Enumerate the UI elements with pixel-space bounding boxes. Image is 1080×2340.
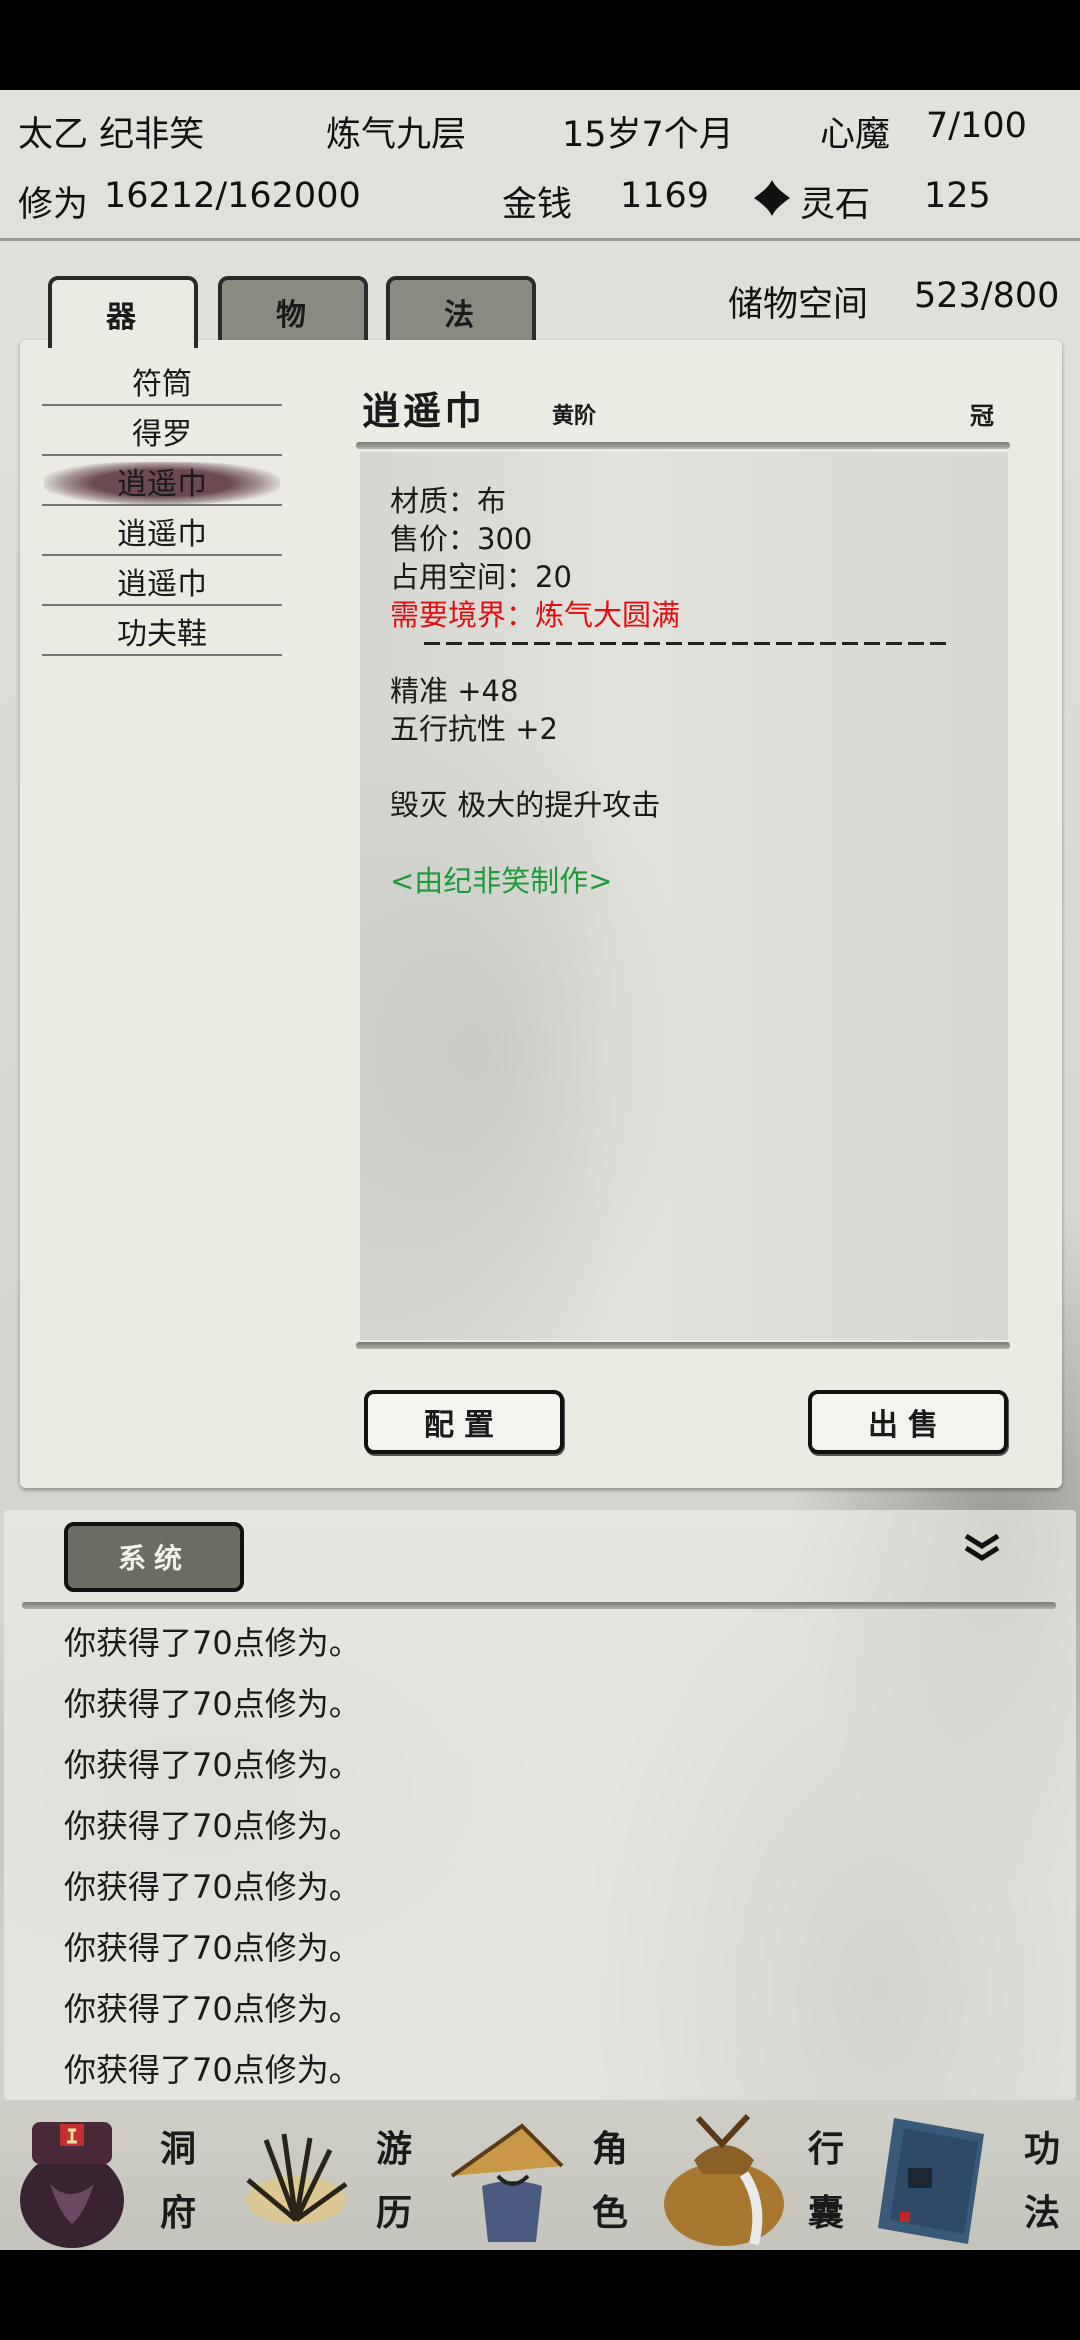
log-line: 你获得了70点修为。	[64, 1746, 361, 1784]
nav-cave[interactable]: 洞府	[0, 2100, 216, 2250]
spirit-stone-value: 125	[924, 176, 991, 216]
system-log-tab[interactable]: 系统	[64, 1522, 244, 1592]
detail-dashed-divider	[424, 642, 946, 645]
log-line: 你获得了70点修为。	[64, 1990, 361, 2028]
item-stat-accuracy: 精准 +48	[390, 674, 519, 708]
nav-cave-label: 洞府	[159, 2128, 196, 2234]
character-age: 15岁7个月	[562, 115, 734, 155]
gesture-bar-area	[0, 2250, 1080, 2340]
nav-techniques-label: 功法	[1023, 2128, 1060, 2234]
log-line: 你获得了70点修为。	[64, 1868, 361, 1906]
log-line: 你获得了70点修为。	[64, 1929, 361, 1967]
cultivation-label: 修为	[18, 185, 89, 225]
item-effect: 毁灭 极大的提升攻击	[390, 788, 661, 822]
tab-techniques[interactable]: 法	[386, 276, 536, 344]
detail-top-rule	[356, 442, 1010, 449]
log-divider	[22, 1602, 1056, 1609]
item-maker: <由纪非笑制作>	[390, 864, 613, 898]
log-line: 你获得了70点修为。	[64, 1807, 361, 1845]
scroll-book-icon	[878, 2118, 984, 2244]
inventory-item[interactable]: 逍遥巾	[42, 508, 282, 556]
item-material: 材质：布	[390, 484, 507, 518]
item-grade: 黄阶	[552, 403, 597, 429]
inventory-item[interactable]: 功夫鞋	[42, 608, 282, 656]
inventory-item[interactable]: 逍遥巾	[42, 558, 282, 606]
item-price: 售价：300	[390, 522, 533, 556]
tab-items[interactable]: 物	[218, 276, 368, 344]
inventory-item[interactable]: 得罗	[42, 408, 282, 456]
nav-character-label: 角色	[591, 2128, 628, 2234]
sell-button[interactable]: 出售	[808, 1390, 1008, 1454]
nav-bag-label: 行囊	[807, 2128, 844, 2234]
tab-equipment[interactable]: 器	[48, 276, 198, 348]
nav-bag[interactable]: 行囊	[648, 2100, 864, 2250]
detail-bottom-rule	[356, 1342, 1010, 1349]
equip-button[interactable]: 配置	[364, 1390, 564, 1454]
bag-icon	[664, 2113, 784, 2246]
nav-travel-label: 游历	[375, 2128, 412, 2234]
storage-value: 523/800	[914, 276, 1060, 316]
cave-icon	[20, 2122, 124, 2248]
spirit-stone-label: 灵石	[800, 185, 871, 225]
storage-label: 储物空间	[728, 285, 869, 325]
character-name: 太乙 纪非笑	[18, 115, 205, 155]
log-line: 你获得了70点修为。	[64, 1685, 361, 1723]
status-bar-area	[0, 0, 1080, 90]
item-space: 占用空间：20	[390, 560, 572, 594]
log-line: 你获得了70点修为。	[64, 1624, 361, 1662]
inventory-item[interactable]: 符筒	[42, 358, 282, 406]
item-stat-resistance: 五行抗性 +2	[390, 712, 558, 746]
nav-travel[interactable]: 游历	[216, 2100, 432, 2250]
spirit-stone-icon	[752, 178, 792, 218]
nav-techniques[interactable]: 功法	[864, 2100, 1080, 2250]
item-detail-title: 逍遥巾	[362, 388, 486, 433]
cultivation-value: 16212/162000	[104, 176, 361, 216]
nav-character[interactable]: 角色	[432, 2100, 648, 2250]
money-value: 1169	[620, 176, 710, 216]
travel-icon	[246, 2133, 348, 2224]
inventory-item-selected[interactable]: 逍遥巾	[42, 458, 282, 506]
heart-demon-value: 7/100	[926, 106, 1027, 146]
money-label: 金钱	[502, 185, 573, 225]
log-line: 你获得了70点修为。	[64, 2051, 361, 2089]
item-requirement: 需要境界：炼气大圆满	[390, 598, 681, 632]
character-icon	[450, 2123, 564, 2242]
cultivation-realm: 炼气九层	[326, 115, 467, 155]
header-divider	[0, 238, 1080, 241]
item-slot: 冠	[970, 401, 994, 430]
heart-demon-label: 心魔	[820, 115, 891, 155]
collapse-chevron-icon[interactable]	[962, 1532, 1002, 1568]
